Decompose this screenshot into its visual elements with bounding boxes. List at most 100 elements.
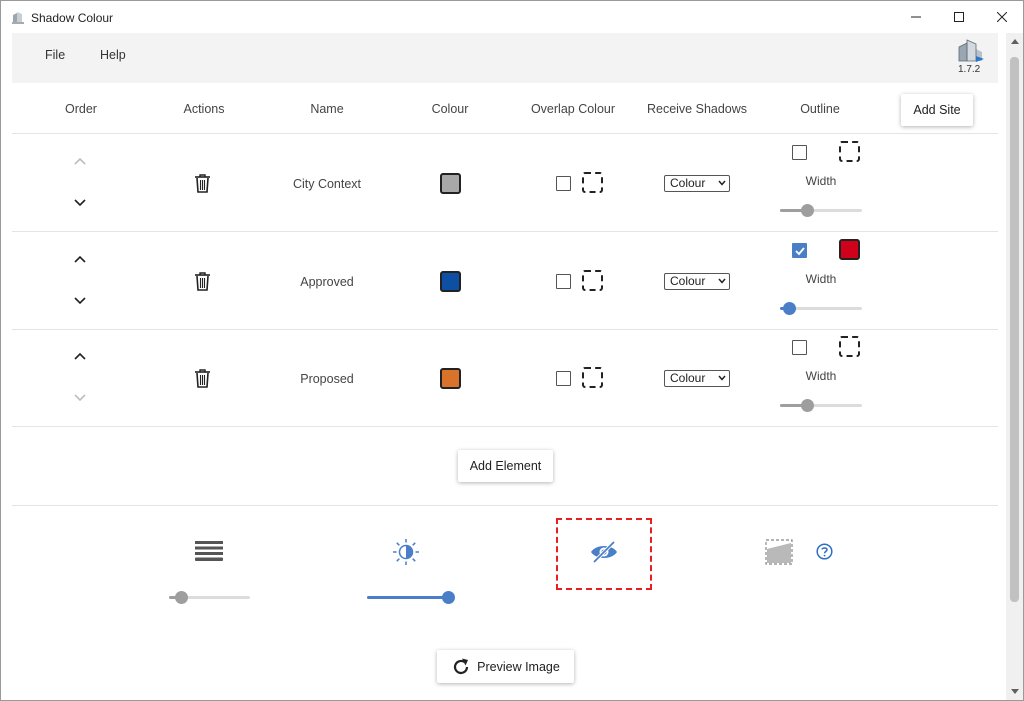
colour-swatch[interactable] (440, 173, 461, 194)
table-header: Order Actions Name Colour Overlap Colour… (12, 84, 998, 134)
move-up-button[interactable] (72, 155, 88, 167)
receive-shadows-value: Colour (670, 274, 706, 288)
width-label: Width (805, 272, 837, 286)
header-overlap-colour: Overlap Colour (530, 102, 616, 116)
outline-width-slider[interactable] (780, 399, 862, 412)
chevron-up-icon (74, 255, 86, 263)
chevron-up-icon (74, 352, 86, 360)
visibility-off-icon[interactable] (589, 540, 619, 564)
title-bar: Shadow Colour (1, 1, 1023, 33)
receive-shadows-value: Colour (670, 371, 706, 385)
element-name: City Context (292, 177, 362, 191)
chevron-down-icon (718, 278, 726, 284)
brightness-slider[interactable] (367, 591, 455, 604)
menu-bar: File Help 1.7.2 (12, 33, 998, 83)
layers-slider[interactable] (169, 591, 250, 604)
scroll-thumb[interactable] (1010, 57, 1019, 602)
outline-colour-swatch[interactable] (839, 141, 860, 162)
add-site-button[interactable]: Add Site (901, 94, 973, 126)
maximize-button[interactable] (936, 1, 982, 33)
overlap-colour-swatch[interactable] (582, 270, 603, 291)
outline-colour-swatch[interactable] (839, 239, 860, 260)
help-icon[interactable] (816, 543, 833, 560)
brightness-icon[interactable] (393, 539, 419, 565)
outline-width-slider[interactable] (780, 204, 862, 217)
shadow-plane-icon[interactable] (765, 539, 793, 565)
overlap-colour-swatch[interactable] (582, 172, 603, 193)
chevron-up-icon (74, 157, 86, 165)
menu-help[interactable]: Help (100, 48, 126, 62)
layers-icon[interactable] (195, 541, 223, 561)
table-row: Proposed Colour Width (12, 330, 998, 427)
close-icon (997, 12, 1007, 22)
header-actions: Actions (183, 102, 225, 116)
element-name: Approved (300, 275, 354, 289)
header-colour: Colour (431, 102, 469, 116)
section-divider (12, 505, 998, 506)
scroll-down-icon (1010, 689, 1019, 694)
overlap-colour-checkbox[interactable] (556, 176, 571, 191)
slider-thumb[interactable] (783, 302, 797, 315)
outline-colour-swatch[interactable] (839, 336, 860, 357)
slider-thumb[interactable] (174, 591, 188, 604)
app-icon (12, 12, 24, 24)
width-label: Width (805, 174, 837, 188)
vertical-scrollbar[interactable] (1006, 33, 1023, 700)
scroll-up-icon (1010, 39, 1019, 44)
move-down-button[interactable] (72, 197, 88, 209)
table-row: City Context Colour Width (12, 135, 998, 232)
move-up-button[interactable] (72, 253, 88, 265)
chevron-down-icon (718, 375, 726, 381)
app-window: Shadow Colour File Help 1.7.2 Order Acti… (0, 0, 1024, 701)
minimize-button[interactable] (893, 1, 939, 33)
header-order: Order (65, 102, 97, 116)
delete-icon[interactable] (194, 271, 211, 291)
chevron-down-icon (718, 180, 726, 186)
move-down-button[interactable] (72, 392, 88, 404)
move-up-button[interactable] (72, 350, 88, 362)
receive-shadows-select[interactable]: Colour (664, 273, 730, 290)
outline-checkbox[interactable] (792, 145, 807, 160)
close-button[interactable] (979, 1, 1023, 33)
slider-thumb[interactable] (800, 399, 814, 412)
window-title: Shadow Colour (31, 11, 114, 25)
overlap-colour-checkbox[interactable] (556, 274, 571, 289)
outline-checkbox[interactable] (792, 243, 807, 258)
chevron-down-icon (74, 199, 86, 207)
slider-fill (367, 596, 448, 599)
receive-shadows-value: Colour (670, 176, 706, 190)
minimize-icon (911, 16, 921, 18)
receive-shadows-select[interactable]: Colour (664, 175, 730, 192)
delete-icon[interactable] (194, 173, 211, 193)
table-row: Approved Colour Width (12, 233, 998, 330)
colour-swatch[interactable] (440, 271, 461, 292)
maximize-icon (954, 12, 964, 22)
add-element-button[interactable]: Add Element (458, 450, 553, 482)
header-outline: Outline (800, 102, 840, 116)
header-name: Name (310, 102, 344, 116)
preview-image-button[interactable]: Preview Image (437, 650, 574, 683)
colour-swatch[interactable] (440, 368, 461, 389)
outline-checkbox[interactable] (792, 340, 807, 355)
element-name: Proposed (300, 372, 354, 386)
scroll-up-button[interactable] (1006, 33, 1023, 50)
preview-image-label: Preview Image (477, 659, 560, 674)
move-down-button[interactable] (72, 295, 88, 307)
overlap-colour-swatch[interactable] (582, 367, 603, 388)
checkmark-icon (794, 246, 805, 255)
width-label: Width (805, 369, 837, 383)
delete-icon[interactable] (194, 368, 211, 388)
slider-thumb[interactable] (800, 204, 814, 217)
chevron-down-icon (74, 297, 86, 305)
receive-shadows-select[interactable]: Colour (664, 370, 730, 387)
menu-file[interactable]: File (45, 48, 65, 62)
overlap-colour-checkbox[interactable] (556, 371, 571, 386)
slider-thumb[interactable] (441, 591, 455, 604)
chevron-down-icon (74, 394, 86, 402)
scroll-down-button[interactable] (1006, 683, 1023, 700)
outline-width-slider[interactable] (780, 302, 862, 315)
app-logo-icon (958, 39, 984, 62)
refresh-icon (454, 658, 469, 674)
header-receive-shadows: Receive Shadows (646, 102, 748, 116)
version-label: 1.7.2 (958, 64, 981, 75)
